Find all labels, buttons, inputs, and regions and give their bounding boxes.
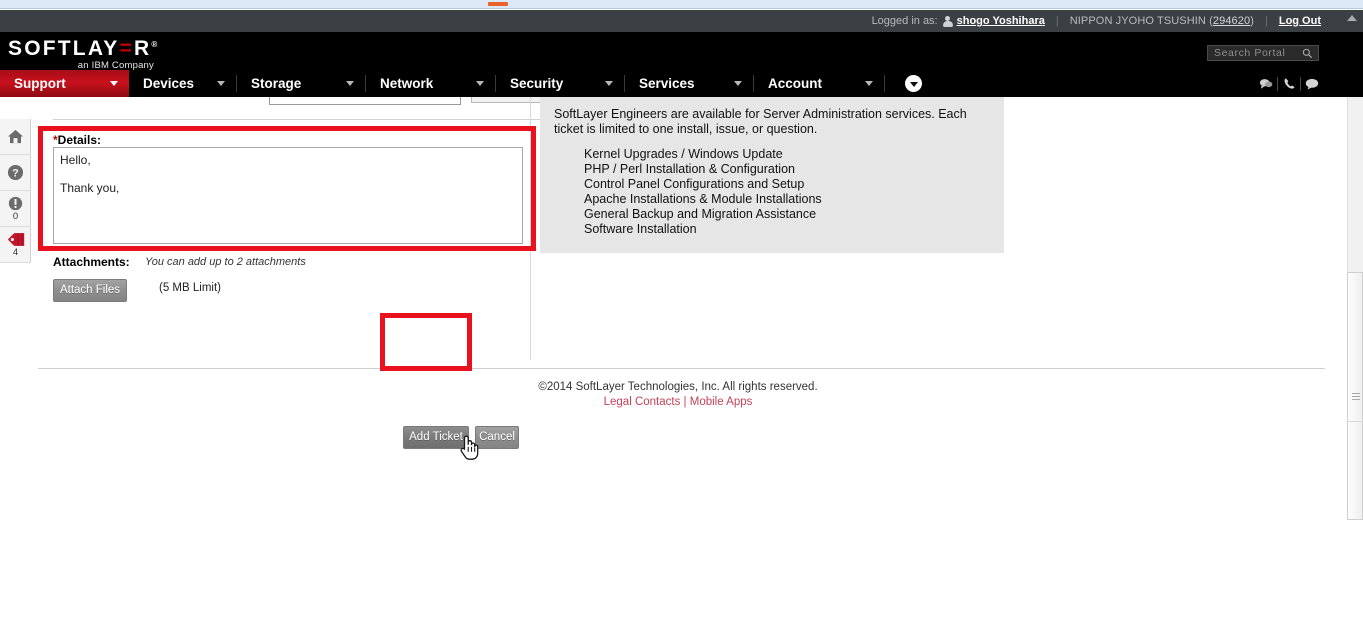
info-panel-paragraph: SoftLayer Engineers are available for Se… [554, 107, 967, 136]
phone-icon[interactable] [1278, 77, 1300, 90]
nav-item-services[interactable]: Services [625, 70, 753, 97]
rail-item-alerts[interactable]: 0 [0, 191, 31, 227]
rail-ticket-count: 4 [12, 247, 19, 258]
page-scrollbar-track[interactable] [1347, 97, 1363, 520]
nav-right-icon-group [1255, 70, 1323, 97]
add-ticket-button[interactable]: Add Ticket [403, 426, 469, 449]
copyright-text: ©2014 SoftLayer Technologies, Inc. All r… [538, 381, 818, 393]
highlight-add-ticket-button [380, 313, 472, 371]
utility-bar: Logged in as: shogo Yoshihara | NIPPON J… [0, 10, 1363, 32]
chevron-down-icon[interactable] [217, 81, 225, 86]
home-icon [8, 129, 23, 144]
nav-divider [884, 75, 885, 92]
info-list-item: Apache Installations & Module Installati… [584, 192, 822, 206]
chevron-down-circle-icon[interactable] [905, 75, 922, 92]
footer-link-separator: | [683, 396, 687, 408]
page-scrollbar-thumb[interactable] [1347, 272, 1363, 520]
nav-label-account: Account [768, 76, 822, 91]
logged-in-username[interactable]: shogo Yoshihara [957, 15, 1045, 27]
info-panel-list: Kernel Upgrades / Windows Update PHP / P… [554, 147, 990, 237]
chevron-down-icon[interactable] [605, 81, 613, 86]
logged-in-label: Logged in as: [871, 15, 938, 27]
nav-label-support: Support [14, 76, 66, 91]
chevron-down-icon[interactable] [734, 81, 742, 86]
rail-item-tickets[interactable]: 4 [0, 227, 31, 263]
nav-item-account[interactable]: Account [754, 70, 884, 97]
nav-label-network: Network [380, 76, 434, 91]
attach-files-button[interactable]: Attach Files [53, 279, 127, 302]
attachments-note: You can add up to 2 attachments [145, 256, 306, 268]
comment-icon[interactable] [1301, 78, 1323, 90]
logout-link[interactable]: Log Out [1279, 15, 1321, 27]
utility-divider-1: | [1055, 15, 1059, 27]
scroll-up-arrow-icon[interactable] [1347, 15, 1357, 21]
details-textarea[interactable] [53, 147, 523, 244]
attachment-size-limit: (5 MB Limit) [159, 282, 221, 294]
nav-item-network[interactable]: Network [366, 70, 495, 97]
left-icon-rail: ? 0 4 [0, 119, 31, 263]
scrollbar-end-cap [1347, 421, 1363, 422]
nav-item-devices[interactable]: Devices [129, 70, 236, 97]
browser-tab-marker [488, 2, 508, 6]
logo-equals-glyph: = [119, 37, 134, 60]
search-box[interactable] [1207, 45, 1319, 61]
logo-text-end: R [133, 37, 152, 60]
rail-item-home[interactable] [0, 119, 31, 155]
search-icon[interactable] [1302, 48, 1313, 59]
person-icon [942, 15, 953, 27]
info-list-item: General Backup and Migration Assistance [584, 207, 817, 221]
nav-item-security[interactable]: Security [496, 70, 624, 97]
page-root: Logged in as: shogo Yoshihara | NIPPON J… [0, 0, 1363, 637]
chevron-down-icon[interactable] [110, 81, 118, 86]
nav-label-security: Security [510, 76, 564, 91]
nav-item-storage[interactable]: Storage [237, 70, 365, 97]
softlayer-logo[interactable]: SOFTLAY=R® an IBM Company [8, 34, 158, 72]
chat-bubble-icon[interactable] [1255, 78, 1277, 90]
form-separator-rule [53, 119, 540, 120]
info-list-item: Kernel Upgrades / Windows Update [584, 147, 783, 161]
scrollbar-grip-icon [1352, 393, 1360, 400]
account-name: NIPPON JYOHO TSUSHIN [1069, 15, 1206, 27]
utility-divider-2: | [1264, 15, 1268, 27]
tag-icon [7, 233, 24, 246]
chevron-down-icon[interactable] [346, 81, 354, 86]
mobile-apps-link[interactable]: Mobile Apps [690, 396, 753, 408]
site-header: SOFTLAY=R® an IBM Company [0, 32, 1363, 72]
svg-text:?: ? [12, 168, 19, 180]
nav-label-devices: Devices [143, 76, 195, 91]
rail-item-help[interactable]: ? [0, 155, 31, 191]
cancel-button[interactable]: Cancel [475, 426, 519, 449]
clipped-input-above[interactable] [269, 97, 461, 105]
details-label: *Details: [53, 133, 101, 147]
page-footer: ©2014 SoftLayer Technologies, Inc. All r… [31, 381, 1325, 408]
info-list-item: PHP / Perl Installation & Configuration [584, 162, 795, 176]
footer-links: Legal Contacts | Mobile Apps [31, 396, 1325, 408]
chevron-down-icon[interactable] [865, 81, 873, 86]
details-label-text: Details: [57, 133, 102, 147]
info-list-item: Control Panel Configurations and Setup [584, 177, 805, 191]
footer-divider [38, 368, 1325, 369]
logo-text-start: SOFTLAY [8, 37, 120, 60]
rail-alert-count: 0 [12, 211, 19, 222]
nav-label-services: Services [639, 76, 695, 91]
browser-tab-strip [0, 0, 1363, 9]
nav-label-storage: Storage [251, 76, 302, 91]
search-input[interactable] [1208, 46, 1296, 60]
info-list-item: Software Installation [584, 222, 697, 236]
legal-contacts-link[interactable]: Legal Contacts [604, 396, 681, 408]
chevron-down-icon[interactable] [476, 81, 484, 86]
nav-item-support[interactable]: Support [0, 70, 129, 97]
column-divider [530, 97, 531, 360]
content-area: *Details: Attachments: You can add up to… [31, 97, 1363, 637]
main-navigation: Support Devices Storage Network Security… [0, 70, 1363, 97]
help-icon: ? [7, 164, 24, 181]
account-id[interactable]: (294620) [1206, 15, 1254, 27]
attachments-label: Attachments: [53, 255, 130, 269]
server-admin-info-panel: SoftLayer Engineers are available for Se… [540, 97, 1004, 253]
alert-icon [8, 196, 23, 211]
logo-trademark: ® [151, 40, 158, 49]
